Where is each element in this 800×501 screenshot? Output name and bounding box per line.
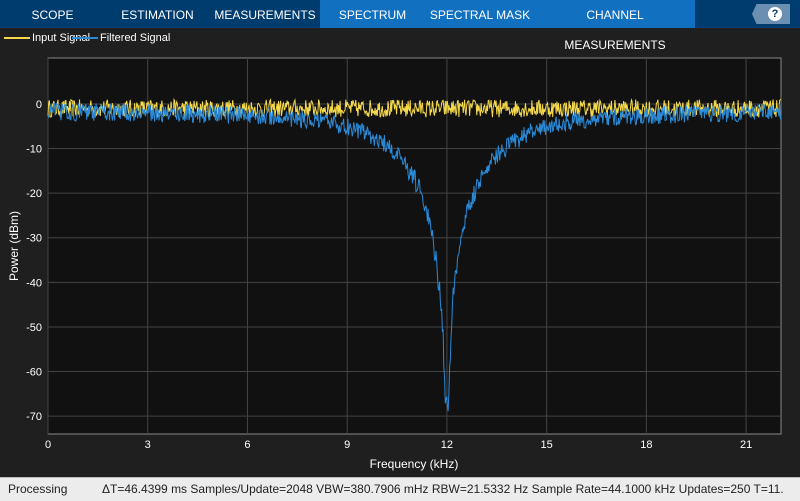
spectrum-plot: Frequency (kHz) Power (dBm) 0 3 6 9 12 15 18 21…	[7, 57, 782, 471]
x-tick-label: 18	[640, 439, 652, 451]
status-state: Processing	[8, 482, 68, 496]
status-info: ΔT=46.4399 ms Samples/Update=2048 VBW=38…	[102, 482, 784, 496]
y-tick-label: -10	[26, 144, 42, 156]
y-tick-label: -40	[26, 277, 42, 289]
x-tick-label: 0	[45, 439, 51, 451]
x-tick-label: 9	[344, 439, 350, 451]
x-tick-label: 21	[740, 439, 752, 451]
y-tick-label: -30	[26, 233, 42, 245]
x-tick-label: 3	[145, 439, 151, 451]
y-tick-label: -60	[26, 367, 42, 379]
x-tick-label: 12	[441, 439, 453, 451]
x-tick-label: 15	[541, 439, 553, 451]
y-axis-label: Power (dBm)	[7, 211, 21, 281]
status-bar: Processing ΔT=46.4399 ms Samples/Update=…	[0, 477, 800, 501]
y-tick-label: -50	[26, 322, 42, 334]
x-axis-label: Frequency (kHz)	[370, 457, 459, 471]
y-tick-label: -70	[26, 411, 42, 423]
y-tick-label: -20	[26, 188, 42, 200]
x-tick-label: 6	[244, 439, 250, 451]
y-tick-label: 0	[36, 99, 42, 111]
